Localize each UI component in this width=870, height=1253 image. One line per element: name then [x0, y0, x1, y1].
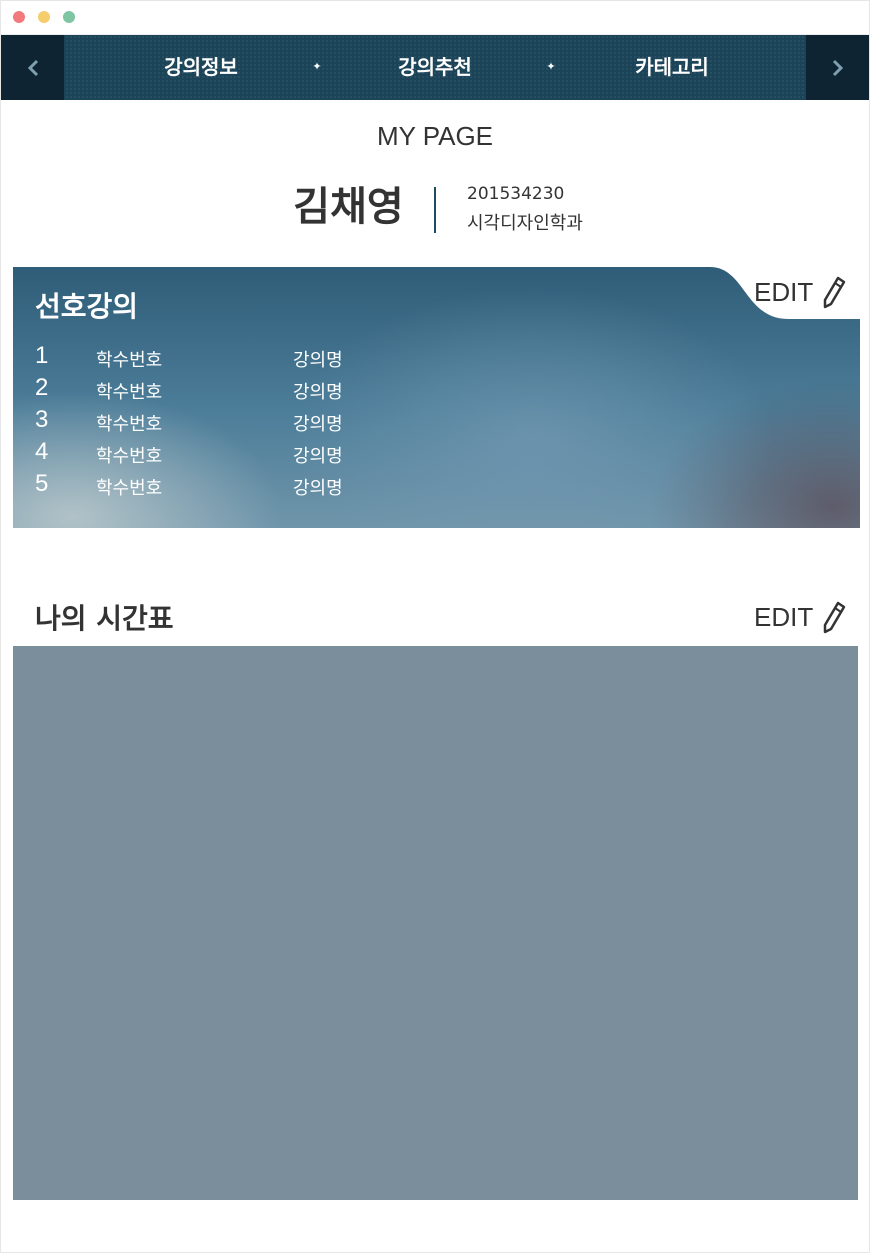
nav-item-course-recommend[interactable]: 강의추천: [355, 35, 515, 100]
browser-window: 강의정보 ✦ 강의추천 ✦ 카테고리 MY PAGE 김채영 201534230…: [0, 0, 870, 1253]
nav-item-course-info[interactable]: 강의정보: [121, 35, 281, 100]
nav-separator: ✦: [312, 60, 322, 73]
user-name: 김채영: [293, 184, 404, 230]
edit-label: EDIT: [754, 276, 814, 307]
course-name: 강의명: [293, 478, 343, 499]
pencil-icon: [823, 276, 846, 309]
minimize-window-button[interactable]: [38, 11, 50, 23]
list-item[interactable]: 4 학수번호 강의명: [13, 438, 413, 470]
department: 시각디자인학과: [467, 213, 583, 234]
student-id: 201534230: [467, 184, 565, 204]
nav-next-button[interactable]: [806, 35, 869, 100]
maximize-window-button[interactable]: [63, 11, 75, 23]
course-code: 학수번호: [96, 478, 163, 499]
course-rank: 5: [35, 470, 49, 497]
favorite-courses-panel: 선호강의 1 학수번호 강의명 2 학수번호 강의명 3 학수번호 강의명 4 …: [13, 267, 860, 528]
course-name: 강의명: [293, 446, 343, 467]
user-info-divider: [434, 187, 436, 233]
nav-prev-button[interactable]: [1, 35, 64, 100]
course-code: 학수번호: [96, 382, 163, 403]
chevron-left-icon: [27, 59, 38, 76]
nav-separator: ✦: [546, 60, 556, 73]
course-rank: 1: [35, 342, 49, 369]
close-window-button[interactable]: [13, 11, 25, 23]
pencil-icon: [823, 601, 846, 634]
course-rank: 3: [35, 406, 49, 433]
nav-item-category[interactable]: 카테고리: [592, 35, 752, 100]
timetable-title: 나의 시간표: [35, 602, 174, 635]
course-code: 학수번호: [96, 414, 163, 435]
favorite-courses-title: 선호강의: [35, 290, 139, 323]
course-rank: 2: [35, 374, 49, 401]
course-name: 강의명: [293, 414, 343, 435]
chevron-right-icon: [832, 59, 843, 76]
course-code: 학수번호: [96, 350, 163, 371]
top-navigation: 강의정보 ✦ 강의추천 ✦ 카테고리: [1, 35, 869, 100]
edit-label: EDIT: [754, 601, 814, 632]
list-item[interactable]: 1 학수번호 강의명: [13, 342, 413, 374]
course-rank: 4: [35, 438, 49, 465]
course-name: 강의명: [293, 350, 343, 371]
course-code: 학수번호: [96, 446, 163, 467]
edit-timetable-button[interactable]: EDIT: [754, 600, 847, 634]
timetable-area[interactable]: [13, 646, 858, 1200]
list-item[interactable]: 2 학수번호 강의명: [13, 374, 413, 406]
list-item[interactable]: 3 학수번호 강의명: [13, 406, 413, 438]
list-item[interactable]: 5 학수번호 강의명: [13, 470, 413, 502]
course-name: 강의명: [293, 382, 343, 403]
page-title: MY PAGE: [376, 121, 494, 151]
edit-favorites-button[interactable]: EDIT: [754, 275, 847, 309]
window-titlebar: [1, 1, 869, 35]
